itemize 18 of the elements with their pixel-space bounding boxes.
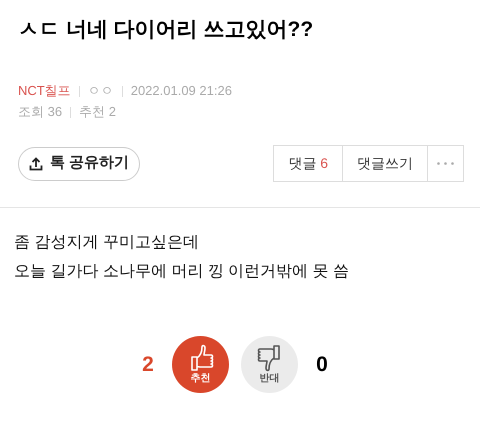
view-count: 조회 36 — [18, 103, 62, 121]
upload-icon — [29, 156, 43, 170]
body-text: 오늘 길가다 소나무에 머리 낑 이런거밖에 못 씀 — [14, 262, 350, 282]
write-comment-button[interactable]: 댓글쓰기 — [343, 146, 428, 181]
author-name: ㅇㅇ — [88, 82, 114, 100]
share-button[interactable]: 톡 공유하기 — [18, 146, 140, 180]
recommend-count: 2 — [141, 352, 155, 378]
body-text: 좀 감성지게 꾸미고싶은데 — [14, 233, 200, 253]
oppose-button[interactable]: 반대 — [241, 336, 298, 393]
post-date: 2022.01.09 21:26 — [130, 82, 232, 100]
more-icon — [437, 162, 454, 165]
recommend-button[interactable]: 추천 — [172, 336, 229, 393]
comments-button[interactable]: 댓글 6 — [274, 146, 343, 181]
thumbs-down-icon — [256, 344, 282, 372]
post-title: ㅅㄷ 너네 다이어리 쓰고있어?? — [18, 17, 314, 43]
oppose-count: 0 — [315, 352, 329, 378]
board-name[interactable]: NCT칠프 — [18, 82, 71, 100]
recommend-count: 추천 2 — [79, 103, 116, 121]
